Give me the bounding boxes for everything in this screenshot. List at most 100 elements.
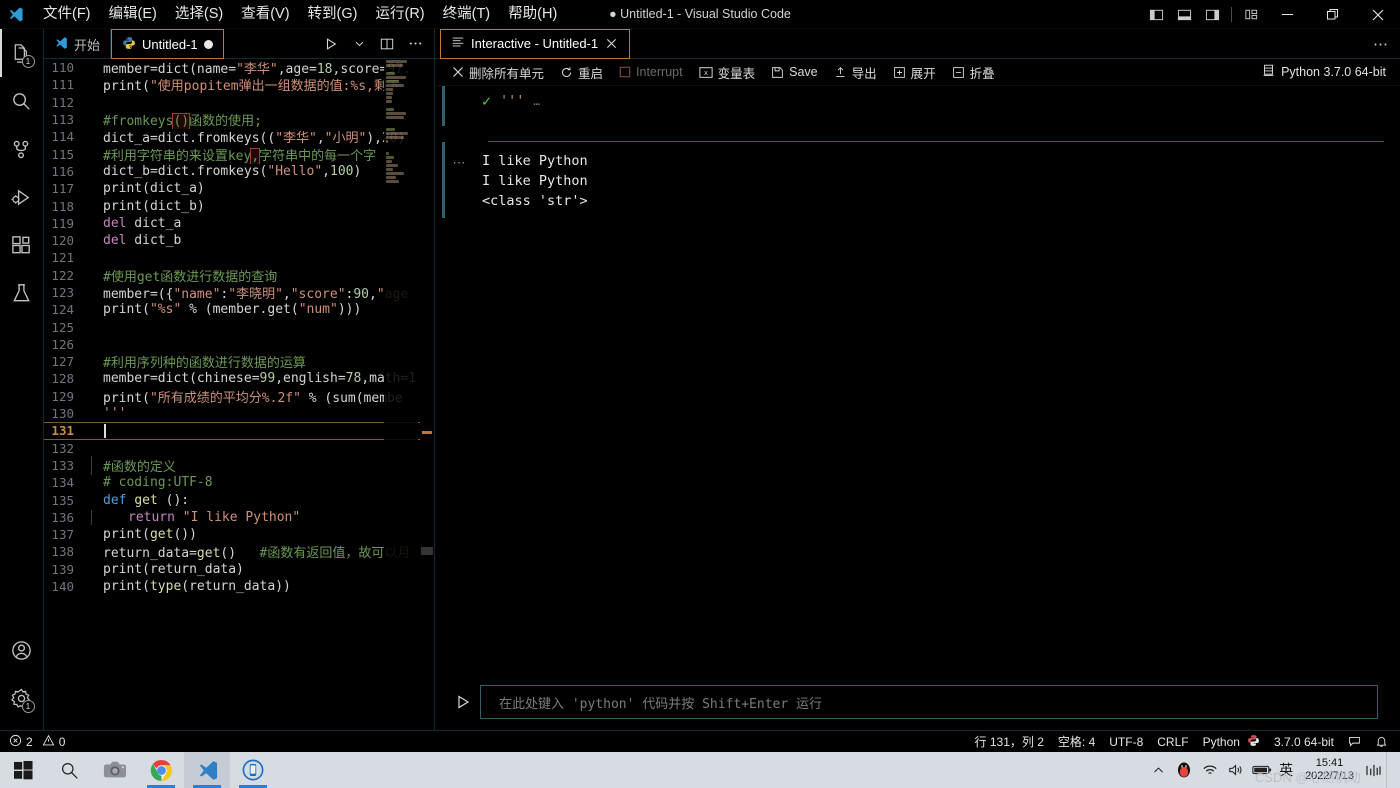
settings-button[interactable]: 1 <box>0 674 44 722</box>
feedback-button[interactable] <box>1341 731 1368 753</box>
code-line[interactable]: 129 print("所有成绩的平均分%.2f" % (sum(membe <box>44 388 434 406</box>
menu-help[interactable]: 帮助(H) <box>499 0 566 29</box>
encoding[interactable]: UTF-8 <box>1102 731 1150 753</box>
save-button[interactable]: Save <box>763 60 826 84</box>
sidebar-item-search[interactable] <box>0 77 44 125</box>
sidebar-item-extensions[interactable] <box>0 221 44 269</box>
eol[interactable]: CRLF <box>1150 731 1195 753</box>
python-interpreter[interactable]: 3.7.0 64-bit <box>1267 731 1341 753</box>
menu-terminal[interactable]: 终端(T) <box>434 0 500 29</box>
code-line[interactable]: 135 def get (): <box>44 491 434 508</box>
interrupt-button[interactable]: Interrupt <box>611 60 691 84</box>
toggle-panel-icon[interactable] <box>1170 0 1198 29</box>
code-line[interactable]: 117 print(dict_a) <box>44 180 434 197</box>
code-line[interactable]: 136 return "I like Python" <box>44 509 434 526</box>
close-icon[interactable] <box>604 36 619 51</box>
code-line[interactable]: 119 del dict_a <box>44 215 434 232</box>
notifications-button[interactable] <box>1368 731 1400 753</box>
start-button[interactable] <box>0 752 46 788</box>
sidebar-item-source-control[interactable] <box>0 125 44 173</box>
customize-layout-icon[interactable] <box>1237 0 1265 29</box>
code-lines[interactable]: 110 member=dict(name="李华",age=18,score=97… <box>44 59 434 730</box>
code-line[interactable]: 114 dict_a=dict.fromkeys(("李华","小明"),20) <box>44 128 434 146</box>
code-line[interactable]: 118 print(dict_b) <box>44 197 434 214</box>
minimize-button[interactable] <box>1265 0 1310 29</box>
code-line[interactable]: 127 #利用序列种的函数进行数据的运算 <box>44 353 434 371</box>
menu-view[interactable]: 查看(V) <box>232 0 298 29</box>
toggle-primary-sidebar-icon[interactable] <box>1142 0 1170 29</box>
code-line[interactable]: 128 member=dict(chinese=99,english=78,mat… <box>44 370 434 387</box>
code-line[interactable]: 138 return_data=get() #函数有返回值，故可以月 <box>44 543 434 561</box>
code-line[interactable]: 112 <box>44 94 434 111</box>
ime-indicator[interactable]: 英 <box>1275 752 1297 788</box>
restart-kernel-button[interactable]: 重启 <box>552 60 611 84</box>
code-line[interactable]: 122 #使用get函数进行数据的查询 <box>44 267 434 285</box>
code-line[interactable]: 121 <box>44 249 434 266</box>
play-icon[interactable] <box>446 694 480 710</box>
language-mode[interactable]: Python <box>1196 731 1267 753</box>
code-editor[interactable]: 110 member=dict(name="李华",age=18,score=97… <box>44 59 435 730</box>
code-line[interactable]: 111 print("使用popitem弹出一组数据的值:%s,剩下 <box>44 76 434 94</box>
code-line[interactable]: 130 ''' <box>44 405 434 422</box>
code-line[interactable]: 115 #利用字符串的来设置key,字符串中的每一个字 <box>44 145 434 164</box>
code-line[interactable]: 110 member=dict(name="李华",age=18,score=97… <box>44 59 434 77</box>
editor-scrollbar[interactable] <box>420 59 434 730</box>
editor-more-actions-button[interactable]: ⋯ <box>1361 35 1400 53</box>
action-center-button[interactable] <box>1360 752 1386 788</box>
code-line[interactable]: 140 print(type(return_data)) <box>44 578 434 595</box>
tab-interactive-untitled-1[interactable]: Interactive - Untitled-1 <box>440 28 631 59</box>
code-line[interactable]: 139 print(return_data) <box>44 561 434 578</box>
chrome-button[interactable] <box>138 752 184 788</box>
code-line[interactable]: 134 # coding:UTF-8 <box>44 474 434 491</box>
code-line[interactable]: 137 print(get()) <box>44 526 434 543</box>
qq-tray-icon[interactable] <box>1171 752 1197 788</box>
interactive-input-box[interactable]: 在此处键入 'python' 代码并按 Shift+Enter 运行 <box>480 685 1378 719</box>
interactive-cell-input[interactable]: ✓ ''' … <box>436 86 1400 132</box>
menu-edit[interactable]: 编辑(E) <box>100 0 166 29</box>
network-tray-icon[interactable] <box>1197 752 1223 788</box>
sidebar-item-testing[interactable] <box>0 269 44 317</box>
problems-errors[interactable]: 2 0 <box>0 731 72 753</box>
vscode-button[interactable] <box>184 752 230 788</box>
camera-button[interactable] <box>92 752 138 788</box>
menu-file[interactable]: 文件(F) <box>34 0 100 29</box>
code-line[interactable]: 120 del dict_b <box>44 232 434 249</box>
code-line[interactable]: 116 dict_b=dict.fromkeys("Hello",100) <box>44 163 434 180</box>
more-actions-button[interactable] <box>402 29 428 59</box>
sidebar-item-explorer[interactable]: 1 <box>0 29 44 77</box>
clear-all-cells-button[interactable]: 删除所有单元 <box>444 60 552 84</box>
menu-selection[interactable]: 选择(S) <box>166 0 232 29</box>
menu-go[interactable]: 转到(G) <box>299 0 367 29</box>
code-line[interactable]: 125 <box>44 318 434 335</box>
phone-link-button[interactable] <box>230 752 276 788</box>
toggle-secondary-sidebar-icon[interactable] <box>1198 0 1226 29</box>
export-button[interactable]: 导出 <box>826 60 885 84</box>
run-dropdown-button[interactable] <box>346 29 372 59</box>
code-line[interactable]: 124 print("%s" % (member.get("num"))) <box>44 301 434 318</box>
show-desktop-button[interactable] <box>1386 752 1396 788</box>
code-line[interactable]: 126 <box>44 336 434 353</box>
code-line[interactable]: 133 #函数的定义 <box>44 455 434 475</box>
close-button[interactable] <box>1355 0 1400 29</box>
kernel-selector[interactable]: Python 3.7.0 64-bit <box>1248 64 1400 80</box>
show-hidden-icons-button[interactable] <box>1145 752 1171 788</box>
editor-position[interactable]: 行 131，列 2 <box>968 731 1051 753</box>
split-editor-button[interactable] <box>374 29 400 59</box>
code-line[interactable]: 123 member=({"name":"李晓明","score":90,"age <box>44 284 434 302</box>
collapse-all-button[interactable]: 折叠 <box>944 60 1003 84</box>
tab-dirty-indicator[interactable] <box>203 39 213 49</box>
indentation[interactable]: 空格: 4 <box>1051 731 1102 753</box>
volume-tray-icon[interactable] <box>1223 752 1249 788</box>
maximize-button[interactable] <box>1310 0 1355 29</box>
interactive-cells[interactable]: ✓ ''' … ⋯ I like Python I like Python <c… <box>436 86 1400 701</box>
interactive-cell-output[interactable]: ⋯ I like Python I like Python <class 'st… <box>436 142 1400 218</box>
expand-all-button[interactable]: 展开 <box>885 60 944 84</box>
tab-untitled-1[interactable]: Untitled-1 <box>111 29 224 59</box>
accounts-button[interactable] <box>0 626 44 674</box>
sidebar-item-run-debug[interactable] <box>0 173 44 221</box>
code-line[interactable]: 131 <box>44 422 434 440</box>
editor-scrollbar-thumb[interactable] <box>421 547 433 555</box>
menu-run[interactable]: 运行(R) <box>366 0 433 29</box>
code-line[interactable]: 132 <box>44 440 434 457</box>
battery-tray-icon[interactable] <box>1249 752 1275 788</box>
